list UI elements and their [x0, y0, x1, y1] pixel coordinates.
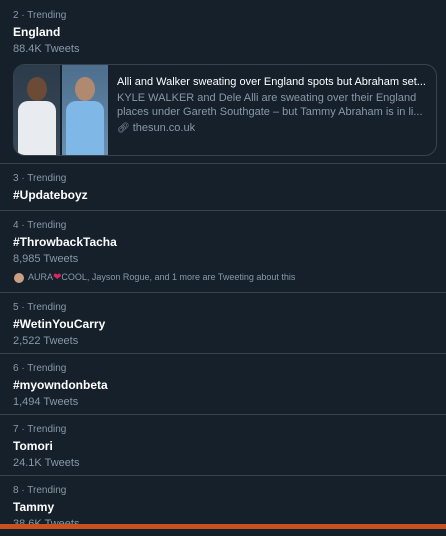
- trend-tweet-count: 8,985 Tweets: [13, 253, 79, 265]
- trend-meta: 8 · Trending: [13, 485, 67, 496]
- trend-name: Tammy: [13, 500, 55, 514]
- news-card-link[interactable]: 🔗︎ thesun.co.uk: [117, 121, 428, 136]
- trend-item[interactable]: 2 · Trending England 88.4K Tweets Alli a…: [0, 0, 446, 164]
- news-card-title: Alli and Walker sweating over England sp…: [117, 76, 426, 88]
- trend-item[interactable]: 3 · Trending #Updateboyz: [0, 164, 446, 211]
- trend-name: #ThrowbackTacha: [13, 235, 117, 249]
- trend-name: England: [13, 25, 61, 39]
- social-name-prefix: AURA: [28, 272, 54, 282]
- trend-tweet-count: 88.4K Tweets: [13, 43, 80, 55]
- heart-icon: ❤: [53, 272, 62, 283]
- trend-item[interactable]: 4 · Trending #ThrowbackTacha 8,985 Tweet…: [0, 211, 446, 293]
- news-card-description: KYLE WALKER and Dele Alli are sweating o…: [117, 92, 423, 118]
- trend-tweet-count: 24.1K Tweets: [13, 457, 80, 469]
- trends-list: 2 · Trending England 88.4K Tweets Alli a…: [0, 0, 446, 536]
- link-icon: 🔗︎: [117, 123, 130, 134]
- trend-item[interactable]: 6 · Trending #myowndonbeta 1,494 Tweets: [0, 354, 446, 415]
- social-context: AURA ❤ COOL, Jayson Rogue, and 1 more ar…: [13, 271, 432, 284]
- news-card-body: Alli and Walker sweating over England sp…: [108, 65, 436, 155]
- trend-name: #Updateboyz: [13, 188, 88, 202]
- trend-meta: 3 · Trending: [13, 173, 67, 184]
- trend-name: #WetinYouCarry: [13, 317, 106, 331]
- trend-item[interactable]: 5 · Trending #WetinYouCarry 2,522 Tweets: [0, 293, 446, 354]
- news-thumbnail: [14, 65, 108, 155]
- trend-name: Tomori: [13, 439, 53, 453]
- trend-meta: 7 · Trending: [13, 424, 67, 435]
- trend-tweet-count: 2,522 Tweets: [13, 335, 79, 347]
- trend-tweet-count: 1,494 Tweets: [13, 396, 79, 408]
- player-photo: [62, 65, 108, 155]
- trend-name: #myowndonbeta: [13, 378, 108, 392]
- window-bottom-edge: [0, 524, 446, 529]
- trend-meta: 5 · Trending: [13, 302, 67, 313]
- avatar: [13, 271, 25, 284]
- trend-meta: 4 · Trending: [13, 220, 67, 231]
- trend-meta: 2 · Trending: [13, 10, 67, 21]
- trend-meta: 6 · Trending: [13, 363, 67, 374]
- news-card-domain: thesun.co.uk: [132, 122, 196, 134]
- news-card[interactable]: Alli and Walker sweating over England sp…: [13, 64, 437, 156]
- player-photo: [14, 65, 60, 155]
- social-context-text: COOL, Jayson Rogue, and 1 more are Tweet…: [61, 272, 296, 282]
- trend-item[interactable]: 7 · Trending Tomori 24.1K Tweets: [0, 415, 446, 476]
